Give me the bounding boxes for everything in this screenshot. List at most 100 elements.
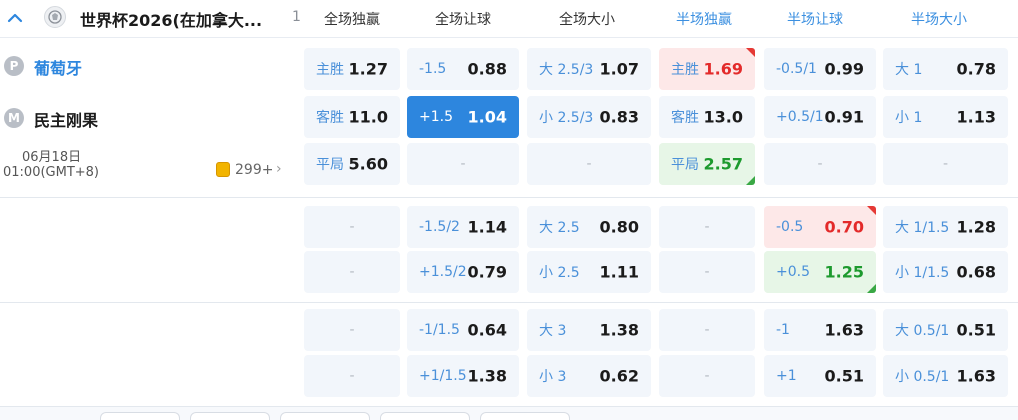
- col-header-half-handicap: 半场让球: [787, 12, 843, 28]
- odds-cell-full-handicap[interactable]: -1/1.5 0.64: [407, 309, 519, 351]
- odds-cell-full-total[interactable]: 大 2.5 0.80: [527, 206, 651, 248]
- odds-cell-full-handicap[interactable]: +1/1.5 1.38: [407, 355, 519, 397]
- odds-cell-full-moneyline[interactable]: 主胜 1.27: [304, 48, 400, 90]
- footer-tab[interactable]: [480, 412, 570, 420]
- footer-tab[interactable]: [100, 412, 180, 420]
- odds-value: 1.63: [956, 366, 996, 386]
- odds-value: 1.07: [599, 59, 639, 79]
- odds-cell-full-total[interactable]: 大 3 1.38: [527, 309, 651, 351]
- col-header-full-handicap: 全场让球: [435, 12, 491, 28]
- more-markets-count[interactable]: 299+: [235, 162, 273, 178]
- odds-cell-half-handicap[interactable]: +1 0.51: [764, 355, 876, 397]
- odds-cell-half-total[interactable]: 小 1/1.5 0.68: [883, 251, 1008, 293]
- odds-cell-full-total: -: [527, 143, 651, 185]
- odds-cell-full-handicap: -: [407, 143, 519, 185]
- away-team-name[interactable]: 民主刚果: [34, 107, 98, 131]
- odds-cell-full-moneyline[interactable]: 平局 5.60: [304, 143, 400, 185]
- odds-down-indicator-icon: [746, 176, 755, 185]
- odds-cell-half-handicap[interactable]: +0.5/1 0.91: [764, 96, 876, 138]
- odds-cell-half-total[interactable]: 大 1 0.78: [883, 48, 1008, 90]
- odds-cell-half-moneyline: -: [659, 206, 755, 248]
- col-header-full-moneyline: 全场独赢: [324, 12, 380, 28]
- match-date: 06月18日: [22, 150, 82, 165]
- odds-cell-full-total[interactable]: 大 2.5/3 1.07: [527, 48, 651, 90]
- odds-label: 小 0.5/1: [895, 369, 950, 385]
- odds-cell-half-moneyline[interactable]: 客胜 13.0: [659, 96, 755, 138]
- odds-value: 2.57: [703, 154, 743, 174]
- odds-cell-full-total[interactable]: 小 2.5 1.11: [527, 251, 651, 293]
- odds-label: -0.5: [776, 219, 804, 235]
- odds-label: 大 1/1.5: [895, 220, 950, 236]
- odds-cell-full-total[interactable]: 小 3 0.62: [527, 355, 651, 397]
- odds-up-indicator-icon: [746, 48, 755, 57]
- odds-value: 0.64: [467, 320, 507, 340]
- odds-cell-half-handicap: -: [764, 143, 876, 185]
- odds-label: +0.5/1: [776, 109, 824, 125]
- footer-tab[interactable]: [190, 412, 270, 420]
- odds-label: 小 1/1.5: [895, 265, 950, 281]
- empty-odds-dash: -: [349, 368, 355, 384]
- chevron-up-icon[interactable]: [6, 9, 24, 27]
- odds-cell-half-moneyline[interactable]: 主胜 1.69: [659, 48, 755, 90]
- odds-cell-full-moneyline: -: [304, 206, 400, 248]
- col-header-half-total: 半场大小: [911, 12, 967, 28]
- odds-value: 1.63: [824, 320, 864, 340]
- odds-cell-full-handicap[interactable]: +1.5/2 0.79: [407, 251, 519, 293]
- odds-value: 0.83: [599, 107, 639, 127]
- odds-label: 大 1: [895, 62, 923, 78]
- odds-label: 小 1: [895, 110, 923, 126]
- home-team-badge: P: [4, 56, 24, 76]
- odds-label: +1: [776, 368, 797, 384]
- odds-value: 1.25: [824, 262, 864, 282]
- odds-cell-half-handicap[interactable]: -0.5 0.70: [764, 206, 876, 248]
- odds-cell-full-total[interactable]: 小 2.5/3 0.83: [527, 96, 651, 138]
- odds-label: -0.5/1: [776, 61, 817, 77]
- footer-tab[interactable]: [280, 412, 370, 420]
- odds-label: -1: [776, 322, 790, 338]
- odds-value: 1.14: [467, 217, 507, 237]
- odds-cell-half-handicap[interactable]: -1 1.63: [764, 309, 876, 351]
- chevron-right-icon[interactable]: ›: [276, 161, 282, 177]
- odds-label: 大 3: [539, 323, 567, 339]
- odds-cell-full-moneyline[interactable]: 客胜 11.0: [304, 96, 400, 138]
- empty-odds-dash: -: [817, 156, 823, 172]
- empty-odds-dash: -: [349, 322, 355, 338]
- odds-cell-half-moneyline: -: [659, 309, 755, 351]
- odds-label: 小 3: [539, 369, 567, 385]
- match-time: 01:00(GMT+8): [3, 165, 100, 180]
- odds-cell-half-handicap[interactable]: +0.5 1.25: [764, 251, 876, 293]
- odds-cell-half-total[interactable]: 大 1/1.5 1.28: [883, 206, 1008, 248]
- odds-label: -1/1.5: [419, 322, 460, 338]
- odds-value: 0.70: [824, 217, 864, 237]
- league-title[interactable]: 世界杯2026(在加拿大...: [80, 7, 262, 31]
- footer-tab[interactable]: [380, 412, 470, 420]
- odds-label: 大 2.5: [539, 220, 580, 236]
- col-header-full-total: 全场大小: [559, 12, 615, 28]
- odds-cell-full-handicap[interactable]: -1.5/2 1.14: [407, 206, 519, 248]
- empty-odds-dash: -: [460, 156, 466, 172]
- empty-odds-dash: -: [704, 322, 710, 338]
- odds-value: 0.68: [956, 262, 996, 282]
- empty-odds-dash: -: [942, 156, 949, 172]
- odds-cell-half-moneyline: -: [659, 251, 755, 293]
- odds-label: 小 2.5: [539, 265, 580, 281]
- odds-label: 小 2.5/3: [539, 110, 594, 126]
- odds-cell-half-moneyline[interactable]: 平局 2.57: [659, 143, 755, 185]
- odds-cell-half-handicap[interactable]: -0.5/1 0.99: [764, 48, 876, 90]
- home-team-name[interactable]: 葡萄牙: [34, 55, 82, 79]
- odds-cell-full-moneyline: -: [304, 251, 400, 293]
- odds-value: 0.78: [956, 59, 996, 79]
- odds-cell-half-total[interactable]: 小 1 1.13: [883, 96, 1008, 138]
- odds-value: 0.91: [824, 107, 864, 127]
- empty-odds-dash: -: [349, 264, 355, 280]
- odds-label: 客胜: [316, 110, 344, 126]
- empty-odds-dash: -: [704, 264, 710, 280]
- odds-cell-full-handicap[interactable]: -1.5 0.88: [407, 48, 519, 90]
- odds-value: 1.38: [467, 366, 507, 386]
- odds-cell-full-handicap[interactable]: +1.5 1.04: [407, 96, 519, 138]
- odds-cell-half-total[interactable]: 大 0.5/1 0.51: [883, 309, 1008, 351]
- odds-value: 0.51: [956, 320, 996, 340]
- odds-label: +1.5: [419, 109, 453, 125]
- odds-cell-half-total[interactable]: 小 0.5/1 1.63: [883, 355, 1008, 397]
- odds-value: 1.11: [599, 262, 639, 282]
